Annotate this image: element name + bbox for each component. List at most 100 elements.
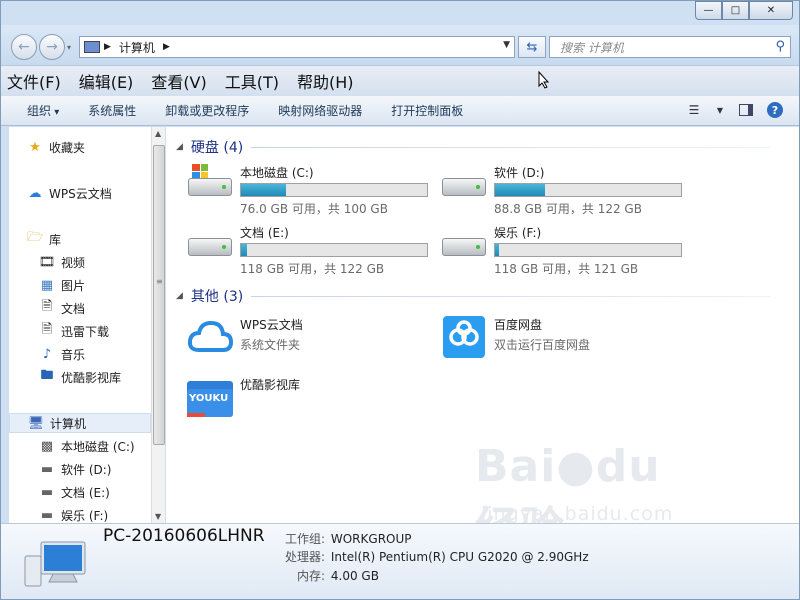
help-icon[interactable]: ?	[767, 102, 783, 118]
menu-edit[interactable]: 编辑(E)	[79, 69, 134, 93]
change-view-icon[interactable]: ☰	[683, 101, 705, 119]
item-wps-cloud[interactable]: WPS云文档 系统文件夹	[186, 316, 303, 358]
nav-pictures[interactable]: ▦ 图片	[39, 275, 85, 295]
menu-tools[interactable]: 工具(T)	[225, 69, 279, 93]
group-other[interactable]: ◢ 其他 (3)	[176, 286, 796, 306]
nav-scrollbar[interactable]: ▲ ≡ ▼	[151, 127, 165, 523]
drive-f-usage-bar	[494, 243, 682, 257]
film-icon: 🎞	[38, 254, 56, 270]
breadcrumb-computer[interactable]: 计算机	[119, 39, 155, 56]
nav-youku-library-label: 优酷影视库	[61, 370, 122, 385]
nav-favorites[interactable]: ★ 收藏夹	[27, 137, 85, 157]
drive-f-name: 娱乐 (F:)	[494, 226, 542, 240]
nav-documents[interactable]: 🗎 文档	[39, 298, 85, 318]
computer-icon: 🖥	[27, 415, 45, 431]
address-row: ← → ▾ ▶ 计算机 ▶ ▼ ⇆ 搜索 计算机 ⚲	[1, 25, 799, 65]
menu-bar: 文件(F) 编辑(E) 查看(V) 工具(T) 帮助(H)	[1, 65, 799, 95]
nav-computer-label: 计算机	[50, 416, 87, 431]
search-input[interactable]: 搜索 计算机 ⚲	[549, 36, 791, 58]
nav-drive-f-label: 娱乐 (F:)	[61, 508, 109, 523]
hard-drive-icon	[440, 224, 488, 264]
uninstall-program-button[interactable]: 卸载或更改程序	[165, 102, 249, 119]
breadcrumb-chevron-icon[interactable]: ▶	[104, 42, 111, 52]
system-properties-button[interactable]: 系统属性	[88, 102, 136, 119]
drive-e-space: 118 GB 可用，共 122 GB	[240, 262, 385, 276]
drive-e-name: 文档 (E:)	[240, 226, 289, 240]
preview-pane-icon[interactable]	[735, 101, 757, 119]
memory-value: 4.00 GB	[330, 569, 379, 583]
nav-music[interactable]: ♪ 音乐	[39, 344, 85, 364]
item-baidu-netdisk-sub: 双击运行百度网盘	[494, 338, 591, 352]
collapse-triangle-icon[interactable]: ◢	[176, 291, 183, 301]
mouse-cursor-icon	[538, 71, 550, 89]
nav-drive-c[interactable]: ▩ 本地磁盘 (C:)	[39, 436, 135, 456]
open-control-panel-button[interactable]: 打开控制面板	[391, 102, 463, 119]
search-placeholder: 搜索 计算机	[560, 40, 624, 55]
nav-videos-label: 视频	[61, 255, 86, 270]
item-youku-library[interactable]: YOUKU 优酷影视库	[186, 376, 300, 418]
group-hard-drives[interactable]: ◢ 硬盘 (4)	[176, 137, 796, 157]
refresh-button[interactable]: ⇆	[518, 36, 546, 58]
drive-f-space: 118 GB 可用，共 121 GB	[494, 262, 639, 276]
drive-c[interactable]: 本地磁盘 (C:) 76.0 GB 可用，共 100 GB	[186, 164, 428, 217]
library-folder-icon: 🗁	[26, 230, 44, 245]
drive-d-space: 88.8 GB 可用，共 122 GB	[494, 202, 642, 216]
nav-wps-label: WPS云文档	[49, 186, 112, 201]
back-button[interactable]: ←	[11, 34, 37, 60]
scroll-down-icon[interactable]: ▼	[155, 512, 161, 521]
item-baidu-netdisk[interactable]: 百度网盘 双击运行百度网盘	[440, 316, 590, 358]
search-icon[interactable]: ⚲	[775, 39, 785, 54]
star-icon: ★	[29, 139, 41, 155]
navigation-pane: ★ 收藏夹 ☁ WPS云文档 🗁 库 🎞 视频 ▦ 图片 🗎 文档 🗎 迅雷下载 ♪ 音乐 🖿 优…	[9, 127, 151, 523]
menu-help[interactable]: 帮助(H)	[297, 69, 354, 93]
map-network-drive-button[interactable]: 映射网络驱动器	[278, 102, 362, 119]
menu-file[interactable]: 文件(F)	[7, 69, 61, 93]
address-bar[interactable]: ▶ 计算机 ▶ ▼	[79, 36, 515, 58]
nav-thunder-downloads[interactable]: 🗎 迅雷下载	[39, 321, 109, 341]
breadcrumb-chevron-icon[interactable]: ▶	[163, 42, 170, 52]
workgroup-row: 工作组: WORKGROUP	[285, 530, 412, 547]
nav-drive-d[interactable]: ▬ 软件 (D:)	[39, 459, 112, 479]
youku-folder-icon: 🖿	[40, 368, 54, 383]
address-dropdown-icon[interactable]: ▼	[503, 40, 510, 50]
maximize-button[interactable]: □	[722, 1, 749, 20]
item-youku-library-name: 优酷影视库	[240, 378, 301, 392]
item-wps-cloud-name: WPS云文档	[240, 318, 303, 332]
computer-icon	[24, 541, 86, 587]
nav-drive-f[interactable]: ▬ 娱乐 (F:)	[39, 505, 108, 523]
drive-d[interactable]: 软件 (D:) 88.8 GB 可用，共 122 GB	[440, 164, 682, 217]
hard-drive-icon	[186, 224, 234, 264]
recent-pages-icon[interactable]: ▾	[67, 43, 71, 52]
computer-name: PC-20160606LHNR	[103, 526, 265, 546]
nav-library-label: 库	[49, 232, 62, 247]
forward-button[interactable]: →	[39, 34, 65, 60]
minimize-button[interactable]: —	[695, 1, 722, 20]
item-baidu-netdisk-name: 百度网盘	[494, 318, 543, 332]
explorer-window: — □ ✕ ← → ▾ ▶ 计算机 ▶ ▼ ⇆ 搜索 计算机 ⚲ 文件(F) 编…	[0, 0, 800, 600]
processor-label: 处理器:	[285, 550, 326, 564]
nav-computer[interactable]: 🖥 计算机	[9, 413, 151, 433]
organize-button[interactable]: 组织	[27, 102, 59, 119]
drive-c-name: 本地磁盘 (C:)	[240, 166, 314, 180]
drive-f[interactable]: 娱乐 (F:) 118 GB 可用，共 121 GB	[440, 224, 682, 277]
item-wps-cloud-sub: 系统文件夹	[240, 338, 301, 352]
nav-wps[interactable]: ☁ WPS云文档	[27, 183, 112, 203]
nav-drive-e[interactable]: ▬ 文档 (E:)	[39, 482, 110, 502]
nav-videos[interactable]: 🎞 视频	[39, 252, 85, 272]
cloud-icon: ☁	[28, 185, 42, 201]
nav-library[interactable]: 🗁 库	[27, 229, 61, 249]
content-pane: ◢ 硬盘 (4) 本地磁盘 (C:) 76.0 GB 可用，共 100 GB 软…	[166, 127, 799, 523]
drive-c-space: 76.0 GB 可用，共 100 GB	[240, 202, 388, 216]
document-icon: 🗎	[41, 322, 53, 337]
close-button[interactable]: ✕	[749, 1, 793, 20]
drive-e[interactable]: 文档 (E:) 118 GB 可用，共 122 GB	[186, 224, 428, 277]
scroll-up-icon[interactable]: ▲	[155, 129, 161, 138]
details-pane: PC-20160606LHNR 工作组: WORKGROUP 处理器: Inte…	[1, 523, 799, 599]
document-icon: 🗎	[41, 299, 53, 314]
forward-arrow-icon: →	[46, 39, 58, 55]
collapse-triangle-icon[interactable]: ◢	[176, 142, 183, 152]
scrollbar-thumb[interactable]	[153, 145, 165, 445]
view-dropdown-icon[interactable]: ▼	[715, 101, 725, 119]
nav-youku-library[interactable]: 🖿 优酷影视库	[39, 367, 121, 387]
menu-view[interactable]: 查看(V)	[151, 69, 206, 93]
